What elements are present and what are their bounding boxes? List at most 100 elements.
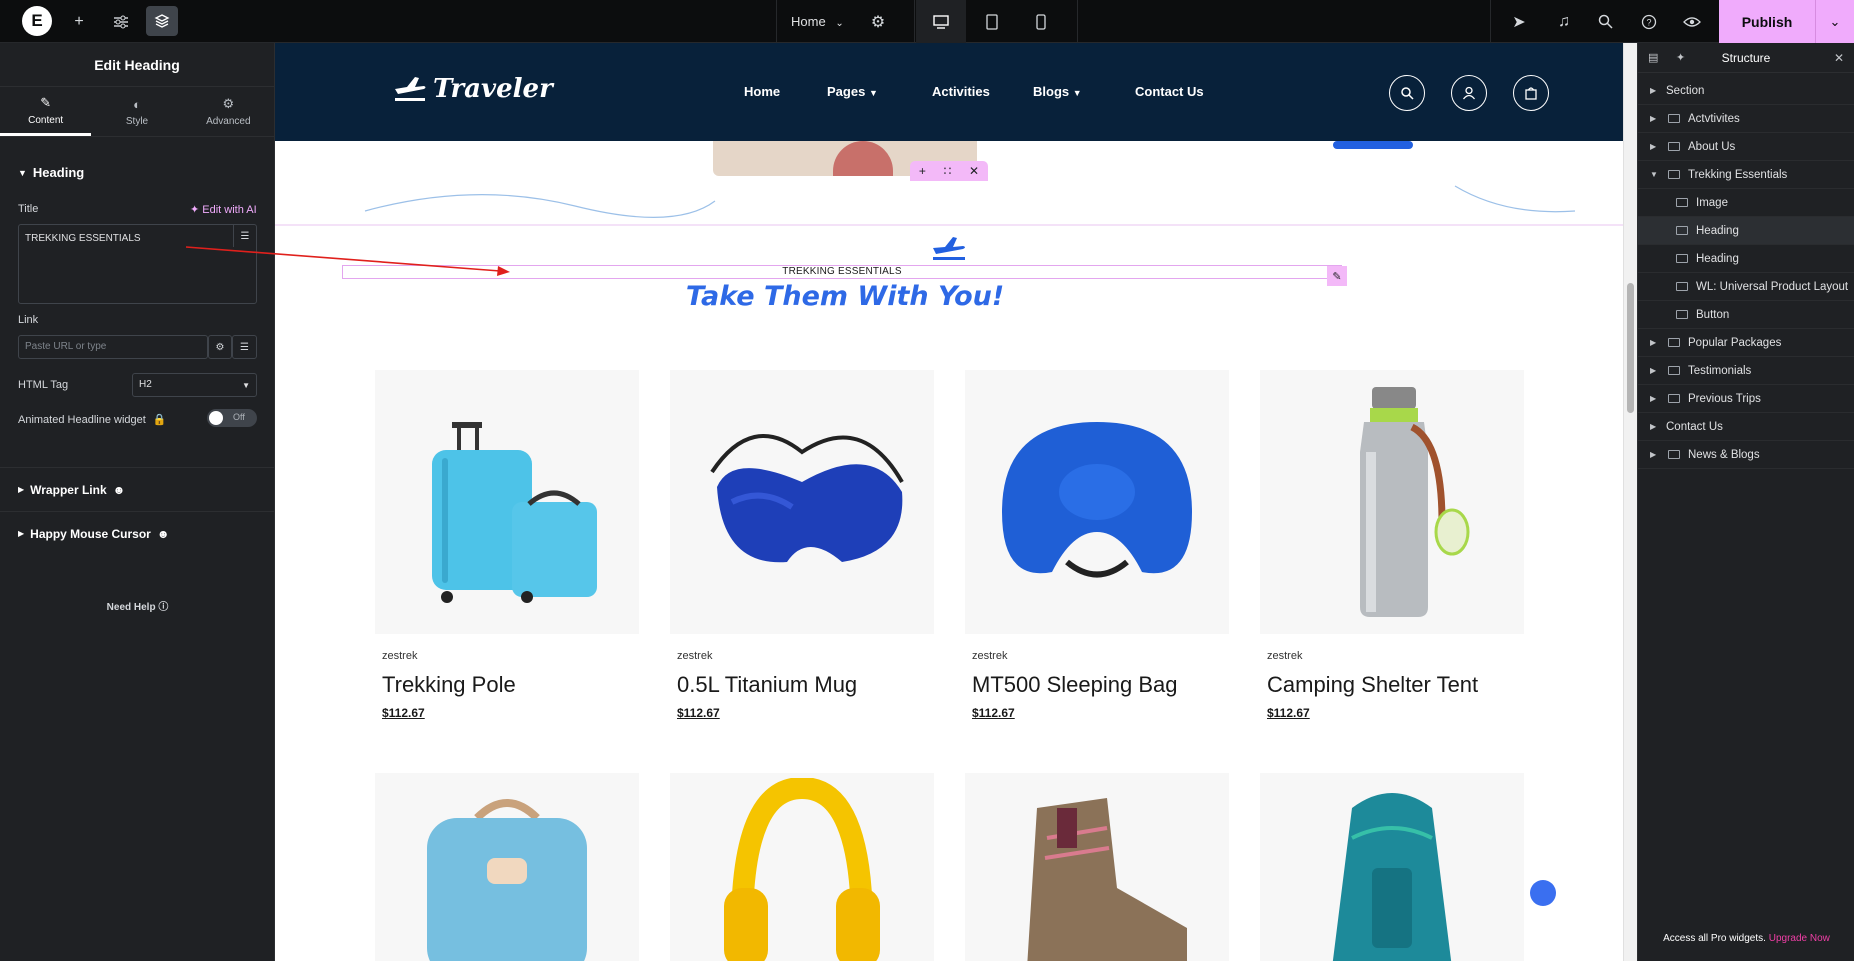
product-image-travel-pillow[interactable]: [965, 370, 1229, 634]
floating-action-button[interactable]: [1530, 880, 1556, 906]
tab-content[interactable]: ✎ Content: [0, 87, 92, 136]
title-textarea[interactable]: TREKKING ESSENTIALS: [18, 224, 257, 304]
need-help-link[interactable]: Need Help ⓘ: [0, 598, 275, 613]
product-card[interactable]: zestrek MT500 Sleeping Bag $112.67: [965, 370, 1229, 720]
caret-right-icon[interactable]: ▶: [1650, 450, 1660, 459]
happy-mouse-cursor-section[interactable]: ▶ Happy Mouse Cursor ☻: [0, 511, 275, 555]
structure-item[interactable]: Heading: [1638, 245, 1854, 273]
product-card[interactable]: zestrek Camping Shelter Tent $112.67: [1260, 370, 1524, 720]
section-handle[interactable]: + ∷ ✕: [910, 161, 988, 181]
structure-item[interactable]: Image: [1638, 189, 1854, 217]
chevron-down-icon: ⌄: [835, 18, 844, 29]
publish-options-chevron-icon[interactable]: ⌄: [1815, 0, 1854, 43]
product-image-eye-mask[interactable]: [670, 370, 934, 634]
tablet-icon[interactable]: [977, 0, 1007, 43]
notifications-megaphone-icon[interactable]: ♫: [1551, 0, 1577, 43]
caret-right-icon[interactable]: ▶: [1650, 114, 1660, 123]
product-image-suitcase[interactable]: [375, 370, 639, 634]
product-title[interactable]: MT500 Sleeping Bag: [972, 672, 1229, 698]
delete-section-icon[interactable]: ✕: [969, 164, 979, 178]
structure-item[interactable]: Button: [1638, 301, 1854, 329]
selected-heading-widget[interactable]: TREKKING ESSENTIALS: [342, 265, 1342, 279]
structure-item[interactable]: ▶ Actvtivites: [1638, 105, 1854, 133]
search-icon[interactable]: [1592, 0, 1618, 43]
structure-item[interactable]: Heading: [1638, 217, 1854, 245]
link-dynamic-tags-icon[interactable]: ☰: [232, 335, 257, 359]
happy-addons-icon: ☻: [156, 526, 170, 541]
caret-right-icon[interactable]: ▶: [1650, 422, 1660, 431]
publish-button[interactable]: Publish: [1719, 0, 1815, 43]
page-settings-gear-icon[interactable]: ⚙: [866, 0, 890, 43]
add-element-icon[interactable]: +: [66, 0, 92, 43]
help-icon[interactable]: ?: [1636, 0, 1662, 43]
element-type-icon: [1668, 142, 1680, 151]
account-user-icon[interactable]: [1451, 75, 1487, 111]
product-card[interactable]: zestrek Trekking Pole $112.67: [375, 370, 639, 720]
scrollbar-thumb[interactable]: [1627, 283, 1634, 413]
nav-home[interactable]: Home: [744, 84, 780, 99]
animated-headline-toggle[interactable]: Off: [207, 409, 257, 427]
product-image-headphones[interactable]: [670, 773, 934, 961]
structure-item[interactable]: ▶ Previous Trips: [1638, 385, 1854, 413]
drag-handle-icon[interactable]: ∷: [944, 164, 952, 178]
settings-sliders-icon[interactable]: [108, 0, 134, 43]
half-circle-icon: ◐: [133, 96, 141, 112]
add-section-icon[interactable]: +: [919, 164, 926, 178]
site-logo[interactable]: Traveler: [393, 74, 553, 104]
rocket-icon[interactable]: ➤: [1506, 0, 1532, 43]
product-title[interactable]: Camping Shelter Tent: [1267, 672, 1524, 698]
structure-item-label: Heading: [1696, 224, 1739, 237]
section-title[interactable]: TREKKING ESSENTIALS: [343, 266, 1341, 278]
canvas-scrollbar[interactable]: [1623, 43, 1637, 961]
site-search-icon[interactable]: [1389, 75, 1425, 111]
preview-eye-icon[interactable]: [1679, 0, 1705, 43]
close-icon[interactable]: ✕: [1834, 51, 1844, 65]
product-image-backpack[interactable]: [1260, 773, 1524, 961]
nav-pages[interactable]: Pages ▼: [827, 84, 878, 99]
structure-item[interactable]: ▶ Popular Packages: [1638, 329, 1854, 357]
product-title[interactable]: 0.5L Titanium Mug: [677, 672, 934, 698]
page-select[interactable]: Home ⌄: [791, 14, 844, 29]
structure-layers-icon[interactable]: [146, 6, 178, 36]
caret-right-icon[interactable]: ▶: [1650, 366, 1660, 375]
cart-bag-icon[interactable]: [1513, 75, 1549, 111]
product-card[interactable]: zestrek 0.5L Titanium Mug $112.67: [670, 370, 934, 720]
collapse-all-icon[interactable]: ▤: [1648, 51, 1658, 64]
ai-sparkle-icon[interactable]: ✦: [1676, 51, 1685, 64]
product-image-water-bottle[interactable]: [1260, 370, 1524, 634]
nav-blogs[interactable]: Blogs ▼: [1033, 84, 1082, 99]
caret-right-icon[interactable]: ▶: [1650, 86, 1660, 95]
elementor-logo[interactable]: E: [22, 6, 52, 36]
product-image-hiking-boot[interactable]: [965, 773, 1229, 961]
caret-down-icon: ▼: [1072, 88, 1082, 98]
wrapper-link-section[interactable]: ▶ Wrapper Link ☻: [0, 467, 275, 511]
html-tag-select[interactable]: H2 ▼: [132, 373, 257, 397]
structure-item[interactable]: ▶ Contact Us: [1638, 413, 1854, 441]
structure-item[interactable]: ▶ Section: [1638, 77, 1854, 105]
link-input[interactable]: Paste URL or type: [18, 335, 208, 359]
caret-right-icon[interactable]: ▶: [1650, 394, 1660, 403]
link-options-gear-icon[interactable]: ⚙: [208, 335, 232, 359]
structure-item[interactable]: WL: Universal Product Layout: [1638, 273, 1854, 301]
structure-item[interactable]: ▶ Testimonials: [1638, 357, 1854, 385]
nav-activities[interactable]: Activities: [932, 84, 990, 99]
structure-item[interactable]: ▼ Trekking Essentials: [1638, 161, 1854, 189]
caret-right-icon[interactable]: ▶: [1650, 142, 1660, 151]
caret-right-icon[interactable]: ▶: [1650, 338, 1660, 347]
edit-with-ai-link[interactable]: ✦ Edit with AI: [190, 203, 257, 216]
widget-edit-panel: Edit Heading ✎ Content ◐ Style ⚙ Advance…: [0, 43, 287, 961]
structure-item[interactable]: ▶ News & Blogs: [1638, 441, 1854, 469]
mobile-icon[interactable]: [1026, 0, 1056, 43]
structure-item[interactable]: ▶ About Us: [1638, 133, 1854, 161]
tab-advanced[interactable]: ⚙ Advanced: [183, 87, 274, 136]
dynamic-tags-icon[interactable]: ☰: [233, 225, 256, 247]
element-type-icon: [1676, 198, 1688, 207]
upgrade-now-link[interactable]: Upgrade Now: [1769, 933, 1830, 944]
section-heading-toggle[interactable]: ▼ Heading: [0, 165, 102, 180]
product-image-cosmetic-bag[interactable]: [375, 773, 639, 961]
product-title[interactable]: Trekking Pole: [382, 672, 639, 698]
tab-style[interactable]: ◐ Style: [91, 87, 182, 136]
structure-item-label: Contact Us: [1666, 420, 1723, 433]
caret-down-icon[interactable]: ▼: [1650, 170, 1660, 179]
nav-contact-us[interactable]: Contact Us: [1135, 84, 1204, 99]
